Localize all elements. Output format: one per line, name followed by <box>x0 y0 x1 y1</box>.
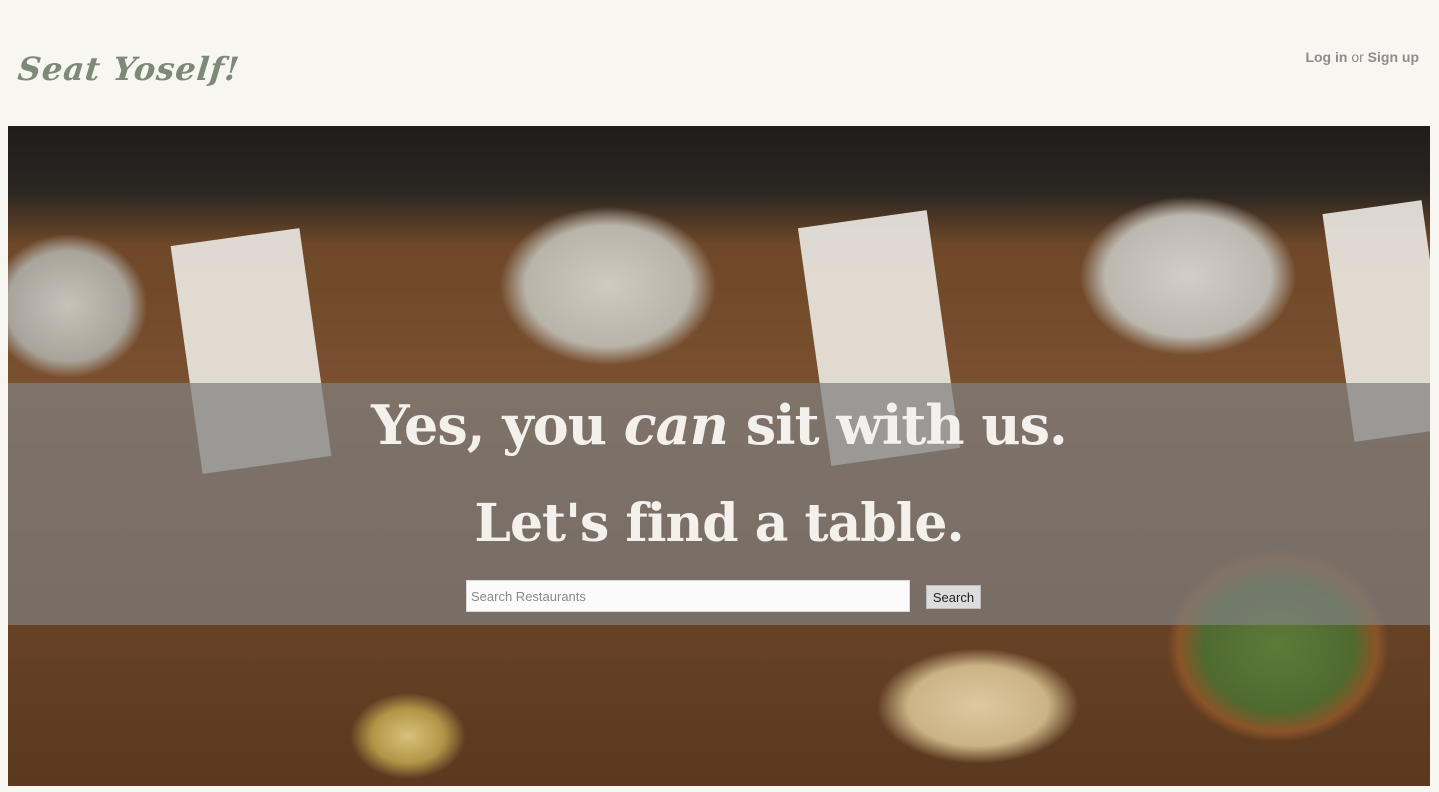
auth-separator: or <box>1351 49 1364 65</box>
headline-text-end: sit with us. <box>727 393 1068 457</box>
signup-link[interactable]: Sign up <box>1368 49 1419 65</box>
restaurant-search-input[interactable] <box>466 580 910 612</box>
hero-search-panel: Yes, you can sit with us. Let's find a t… <box>8 383 1430 625</box>
headline-text: Yes, you <box>371 393 624 457</box>
auth-links: Log in or Sign up <box>1305 49 1419 65</box>
hero-headline: Yes, you can sit with us. <box>8 393 1430 457</box>
login-link[interactable]: Log in <box>1305 49 1347 65</box>
search-button[interactable]: Search <box>926 585 981 609</box>
headline-emphasis: can <box>623 393 729 457</box>
hero-subheadline: Let's find a table. <box>474 493 964 554</box>
site-header: Seat Yoself! Log in or Sign up <box>0 0 1439 126</box>
site-logo[interactable]: Seat Yoself! <box>16 50 242 88</box>
